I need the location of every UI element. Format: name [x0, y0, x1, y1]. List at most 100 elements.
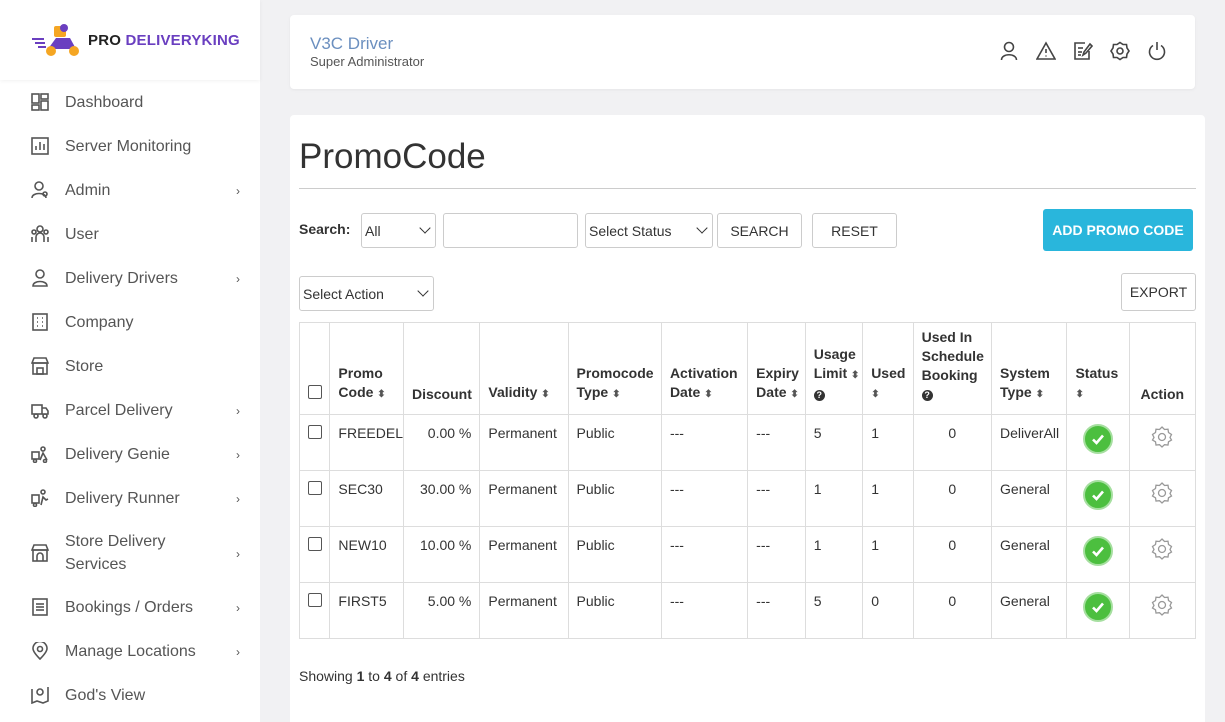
- gear-icon[interactable]: [1150, 482, 1174, 508]
- status-select-value: Select Status: [589, 222, 672, 239]
- col-validity[interactable]: Validity ⬍: [479, 322, 569, 415]
- sidebar-item-delivery-drivers[interactable]: Delivery Drivers ›: [0, 256, 260, 300]
- power-icon[interactable]: [1147, 41, 1167, 61]
- activation-cell: ---: [660, 414, 749, 471]
- sidebar-item-gods-view[interactable]: God's View: [0, 673, 260, 717]
- active-check-icon[interactable]: [1083, 592, 1114, 622]
- user-role: Super Administrator: [310, 54, 425, 69]
- activation-cell: ---: [660, 582, 749, 639]
- col-used[interactable]: Used ⬍: [862, 322, 914, 415]
- profile-icon[interactable]: [999, 41, 1019, 61]
- settings-icon[interactable]: [1110, 41, 1130, 61]
- promo-code-cell: FREEDEL: [329, 414, 404, 471]
- truck-icon: [31, 401, 49, 419]
- export-button[interactable]: EXPORT: [1121, 273, 1196, 311]
- scheduled-cell: 0: [912, 582, 993, 639]
- table-row: NEW10 10.00 % Permanent Public --- --- 1…: [298, 526, 1197, 583]
- validity-cell: Permanent: [479, 526, 569, 583]
- help-icon[interactable]: ?: [813, 389, 825, 401]
- type-cell: Public: [567, 470, 662, 527]
- sidebar-item-store[interactable]: Store: [0, 344, 260, 388]
- sidebar-item-label: Delivery Genie: [65, 445, 170, 463]
- scheduled-cell: 0: [912, 526, 993, 583]
- add-promo-code-button[interactable]: ADD PROMO CODE: [1043, 209, 1193, 251]
- promo-code-cell: NEW10: [329, 526, 404, 583]
- chevron-right-icon: ›: [236, 404, 240, 418]
- row-checkbox[interactable]: [308, 481, 322, 495]
- showing-total: 4: [411, 668, 419, 684]
- sidebar-item-manage-locations[interactable]: Manage Locations ›: [0, 629, 260, 673]
- gear-icon[interactable]: [1150, 426, 1174, 452]
- sidebar-item-company[interactable]: Company: [0, 300, 260, 344]
- discount-cell: 0.00 %: [402, 414, 481, 471]
- row-checkbox[interactable]: [308, 425, 322, 439]
- sidebar-item-delivery-runner[interactable]: Delivery Runner ›: [0, 476, 260, 520]
- sidebar-item-dashboard[interactable]: Dashboard: [0, 80, 260, 124]
- reset-button[interactable]: RESET: [812, 213, 897, 248]
- row-checkbox[interactable]: [308, 537, 322, 551]
- sidebar-item-user[interactable]: User: [0, 212, 260, 256]
- table-info: Showing 1 to 4 of 4 entries: [299, 668, 465, 684]
- sort-icon: ⬍: [851, 370, 860, 381]
- store-icon: [30, 357, 50, 375]
- type-cell: Public: [567, 414, 662, 471]
- status-cell: [1066, 470, 1130, 527]
- main-content: PromoCode Search: All Select Status SEAR…: [290, 115, 1205, 722]
- search-button[interactable]: SEARCH: [717, 213, 802, 248]
- col-expiry-date[interactable]: Expiry Date ⬍: [747, 322, 806, 415]
- sidebar-item-store-delivery-services[interactable]: Store Delivery Services ›: [0, 520, 260, 585]
- chevron-right-icon: ›: [236, 272, 240, 286]
- help-icon[interactable]: ?: [921, 389, 933, 401]
- logo[interactable]: PRO DELIVERYKING: [0, 0, 260, 80]
- store-services-icon: [30, 543, 50, 562]
- col-status[interactable]: Status ⬍: [1066, 322, 1130, 415]
- sidebar-item-parcel-delivery[interactable]: Parcel Delivery ›: [0, 388, 260, 432]
- location-pin-icon: [31, 640, 49, 661]
- sidebar-item-admin[interactable]: Admin ›: [0, 168, 260, 212]
- usage-limit-cell: 1: [804, 526, 864, 583]
- col-usage-limit[interactable]: Usage Limit ⬍ ?: [804, 322, 864, 415]
- active-check-icon[interactable]: [1083, 480, 1114, 510]
- search-input[interactable]: [443, 213, 578, 248]
- status-select[interactable]: Select Status: [585, 213, 713, 248]
- edit-log-icon[interactable]: [1073, 41, 1094, 61]
- select-all-checkbox[interactable]: [308, 385, 322, 399]
- row-select-cell: [298, 582, 331, 639]
- showing-suffix: entries: [422, 668, 465, 684]
- col-promo-code[interactable]: Promo Code ⬍: [329, 322, 404, 415]
- logo-pro-text: PRO: [88, 31, 122, 49]
- bulk-action-select[interactable]: Select Action: [299, 276, 434, 311]
- users-icon: [31, 225, 49, 243]
- active-check-icon[interactable]: [1083, 424, 1114, 454]
- type-cell: Public: [567, 526, 662, 583]
- row-checkbox[interactable]: [308, 593, 322, 607]
- table-row: FREEDEL 0.00 % Permanent Public --- --- …: [298, 414, 1197, 471]
- validity-cell: Permanent: [479, 582, 569, 639]
- col-promocode-type[interactable]: Promocode Type ⬍: [567, 322, 662, 415]
- document-icon: [31, 598, 49, 616]
- header-label: Discount: [411, 386, 472, 402]
- search-scope-select[interactable]: All: [361, 213, 436, 248]
- table-row: SEC30 30.00 % Permanent Public --- --- 1…: [298, 470, 1197, 527]
- sidebar-item-server-monitoring[interactable]: Server Monitoring: [0, 124, 260, 168]
- header-label: Used In Schedule Booking: [921, 329, 984, 383]
- warning-icon[interactable]: [1035, 41, 1057, 61]
- showing-to: 4: [383, 668, 392, 684]
- gear-icon[interactable]: [1150, 538, 1174, 564]
- sidebar-item-label: Dashboard: [65, 93, 144, 111]
- col-activation-date[interactable]: Activation Date ⬍: [660, 322, 749, 415]
- system-type-cell: General: [991, 582, 1068, 639]
- expiry-cell: ---: [747, 470, 806, 527]
- showing-to-word: to: [368, 668, 380, 684]
- sidebar-item-delivery-genie[interactable]: Delivery Genie ›: [0, 432, 260, 476]
- active-check-icon[interactable]: [1083, 536, 1114, 566]
- sidebar-item-bookings-orders[interactable]: Bookings / Orders ›: [0, 585, 260, 629]
- action-cell: [1128, 414, 1197, 471]
- gear-icon[interactable]: [1150, 594, 1174, 620]
- user-name[interactable]: V3C Driver: [310, 34, 393, 54]
- search-scope-value: All: [365, 222, 381, 239]
- col-system-type[interactable]: System Type ⬍: [991, 322, 1068, 415]
- table-header-row: Promo Code ⬍ Discount Validity ⬍ Promoco…: [298, 322, 1197, 415]
- chart-icon: [31, 137, 49, 155]
- driver-icon: [31, 269, 49, 287]
